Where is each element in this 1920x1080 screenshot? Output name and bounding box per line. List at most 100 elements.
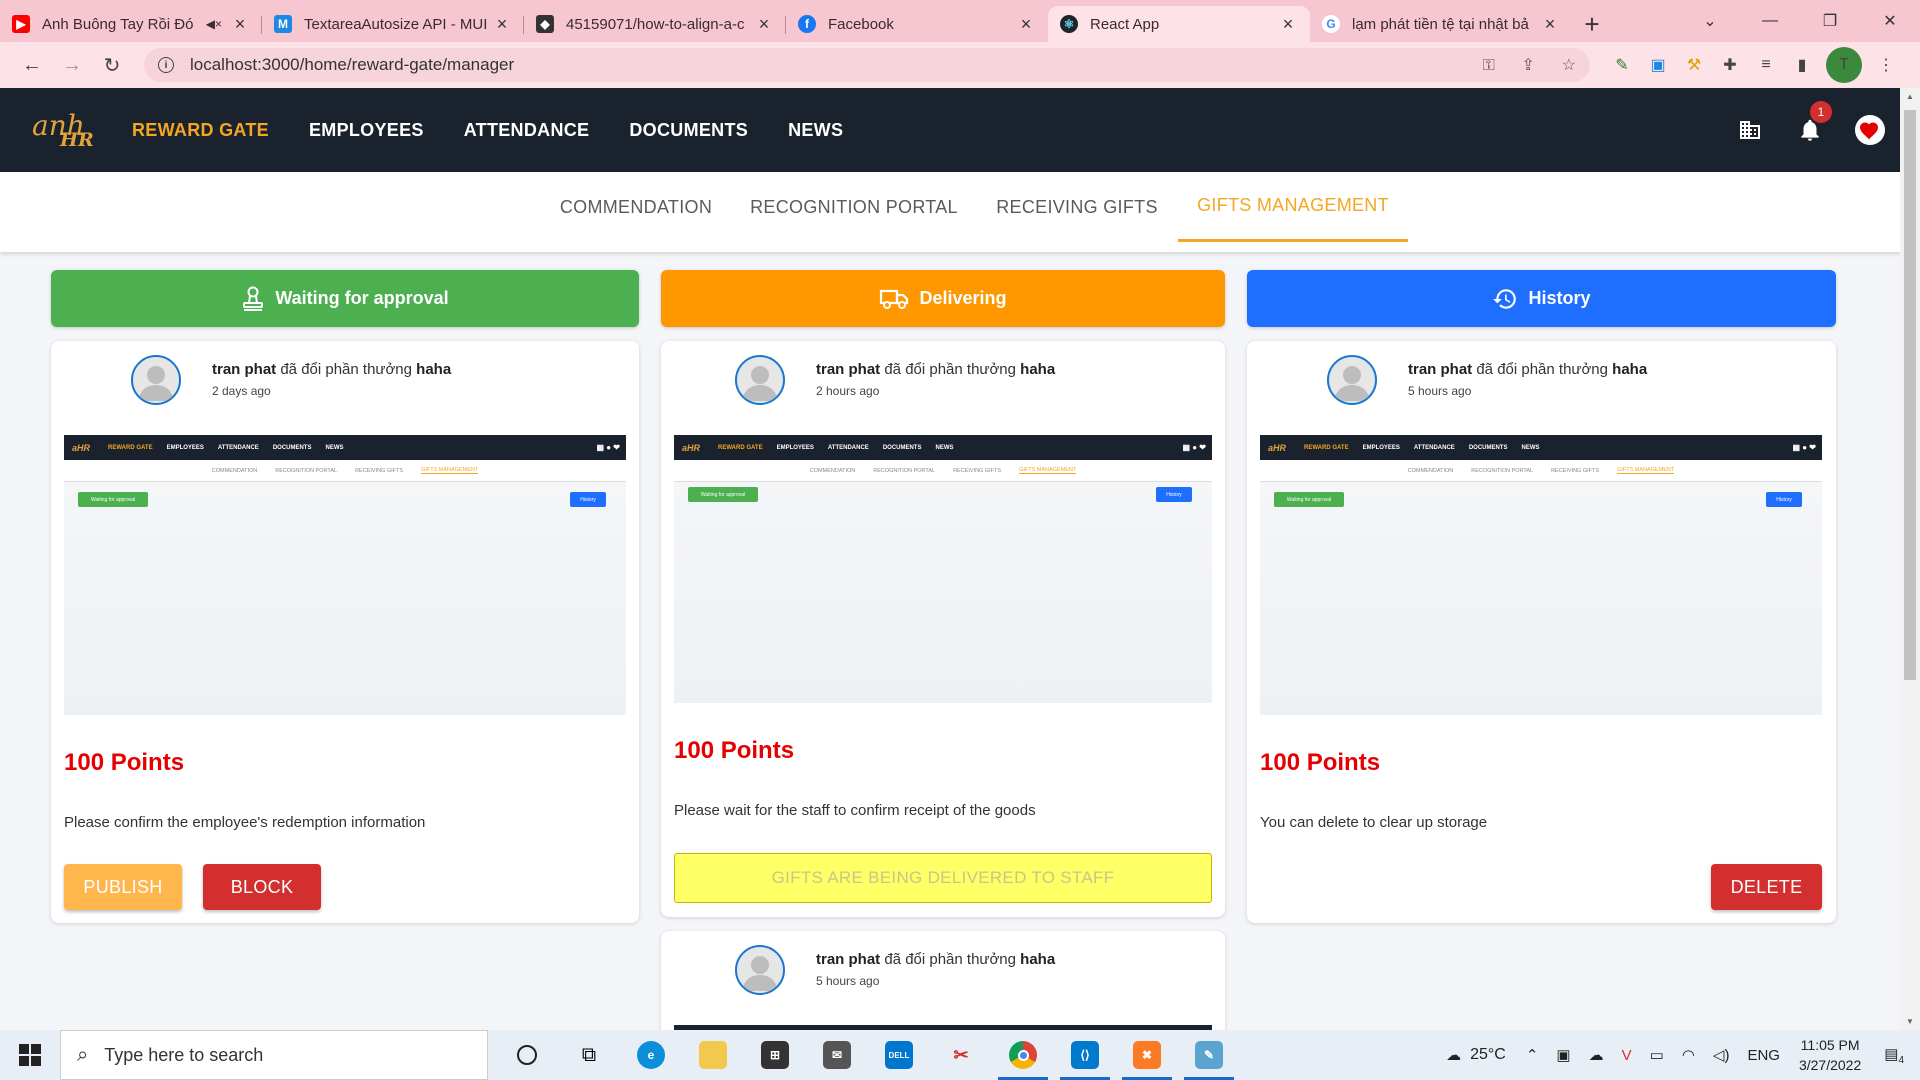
preview-logo: aHR xyxy=(72,442,91,453)
action-center-icon[interactable]: ▤4 xyxy=(1884,1045,1904,1066)
minimize-icon[interactable]: — xyxy=(1740,0,1800,42)
dell-icon[interactable]: DELL xyxy=(868,1030,930,1080)
browser-tab-active[interactable]: ⚛ React App × xyxy=(1048,6,1310,42)
back-icon[interactable]: ← xyxy=(14,47,50,83)
avatar[interactable] xyxy=(735,355,785,405)
publish-button[interactable]: PUBLISH xyxy=(64,864,182,910)
tab-receiving-gifts[interactable]: RECEIVING GIFTS xyxy=(986,172,1168,242)
close-icon[interactable]: × xyxy=(492,14,512,35)
snip-icon[interactable]: ✂ xyxy=(930,1030,992,1080)
react-icon: ⚛ xyxy=(1060,15,1078,33)
file-explorer-icon[interactable] xyxy=(682,1030,744,1080)
antivirus-icon[interactable]: V xyxy=(1622,1047,1632,1064)
close-icon[interactable]: × xyxy=(230,14,250,35)
delete-button[interactable]: DELETE xyxy=(1711,864,1822,910)
close-icon[interactable]: × xyxy=(754,14,774,35)
nav-news[interactable]: NEWS xyxy=(788,120,843,141)
url-field[interactable]: i localhost:3000/home/reward-gate/manage… xyxy=(144,48,1590,82)
scroll-down-icon[interactable]: ▼ xyxy=(1900,1013,1920,1030)
tab-search-icon[interactable]: ⌄ xyxy=(1680,0,1740,42)
sidepanel-icon[interactable]: ▮ xyxy=(1784,47,1820,83)
avatar[interactable] xyxy=(1327,355,1377,405)
gift-card-history: tran phat đã đổi phần thưởng haha 5 hour… xyxy=(1247,341,1836,923)
close-icon[interactable]: × xyxy=(1278,14,1298,35)
anhhr-logo[interactable]: anh HR xyxy=(32,103,94,157)
browser-tab[interactable]: ◆ 45159071/how-to-align-a-c × xyxy=(524,6,786,42)
task-view-icon[interactable]: ⧉ xyxy=(558,1030,620,1080)
site-info-icon[interactable]: i xyxy=(158,57,174,73)
weather-temp[interactable]: 25°C xyxy=(1470,1046,1506,1064)
mail-icon[interactable]: ✉ xyxy=(806,1030,868,1080)
extension-icon[interactable]: ⚒ xyxy=(1676,47,1712,83)
xampp-icon[interactable]: ✖ xyxy=(1116,1030,1178,1080)
tab-gifts-management[interactable]: GIFTS MANAGEMENT xyxy=(1178,172,1408,242)
user-name[interactable]: tran phat xyxy=(212,361,276,378)
vscode-icon[interactable]: ⟨⟩ xyxy=(1054,1030,1116,1080)
card-description: You can delete to clear up storage xyxy=(1260,814,1488,831)
delivery-status-button[interactable]: GIFTS ARE BEING DELIVERED TO STAFF xyxy=(674,853,1212,903)
volume-icon[interactable]: ◁) xyxy=(1713,1046,1730,1064)
new-tab-button[interactable]: + xyxy=(1572,6,1612,42)
weather-icon[interactable]: ☁ xyxy=(1446,1046,1461,1064)
nav-employees[interactable]: EMPLOYEES xyxy=(309,120,424,141)
edge-icon[interactable]: e xyxy=(620,1030,682,1080)
avatar[interactable] xyxy=(131,355,181,405)
url-text[interactable]: localhost:3000/home/reward-gate/manager xyxy=(190,55,1461,75)
user-name[interactable]: tran phat xyxy=(816,361,880,378)
preview-green-button: Waiting for approval xyxy=(688,487,758,502)
user-name[interactable]: tran phat xyxy=(816,951,880,968)
clock[interactable]: 11:05 PM 3/27/2022 xyxy=(1799,1035,1861,1075)
menu-icon[interactable]: ⋮ xyxy=(1868,47,1904,83)
history-header[interactable]: History xyxy=(1247,270,1836,327)
tray-app-icon[interactable]: ▣ xyxy=(1556,1046,1570,1064)
extension-icon[interactable]: ✎ xyxy=(1604,47,1640,83)
close-window-icon[interactable]: ✕ xyxy=(1860,0,1920,42)
restore-icon[interactable]: ❐ xyxy=(1800,0,1860,42)
scroll-thumb[interactable] xyxy=(1904,110,1916,680)
close-icon[interactable]: × xyxy=(1016,14,1036,35)
windows-start-icon[interactable] xyxy=(0,1030,60,1080)
onedrive-icon[interactable]: ☁ xyxy=(1589,1046,1604,1064)
star-icon[interactable]: ☆ xyxy=(1562,57,1576,74)
battery-icon[interactable]: ▭ xyxy=(1650,1046,1664,1064)
forward-icon[interactable]: → xyxy=(54,47,90,83)
heart-avatar-icon[interactable] xyxy=(1840,114,1900,146)
taskbar-search[interactable]: ⌕ Type here to search xyxy=(60,1030,488,1080)
store-icon[interactable]: ⊞ xyxy=(744,1030,806,1080)
share-icon[interactable]: ⇪ xyxy=(1522,57,1535,74)
reload-icon[interactable]: ↻ xyxy=(94,47,130,83)
extension-icon[interactable]: ▣ xyxy=(1640,47,1676,83)
user-name[interactable]: tran phat xyxy=(1408,361,1472,378)
browser-tab[interactable]: ▶ Anh Buông Tay Rồi Đó ◀× × xyxy=(0,6,262,42)
preview-nav-item: ATTENDANCE xyxy=(1413,444,1455,451)
nav-attendance[interactable]: ATTENDANCE xyxy=(464,120,590,141)
notepad-icon[interactable]: ✎ xyxy=(1178,1030,1240,1080)
wifi-icon[interactable]: ◠ xyxy=(1682,1046,1695,1064)
cortana-icon[interactable] xyxy=(496,1030,558,1080)
scroll-up-icon[interactable]: ▲ xyxy=(1900,88,1920,105)
browser-tab[interactable]: M TextareaAutosize API - MUI × xyxy=(262,6,524,42)
tab-recognition-portal[interactable]: RECOGNITION PORTAL xyxy=(742,172,966,242)
profile-avatar[interactable]: T xyxy=(1826,47,1862,83)
chevron-up-icon[interactable]: ⌃ xyxy=(1526,1046,1539,1064)
delivering-header[interactable]: Delivering xyxy=(661,270,1225,327)
media-icon[interactable]: ≡ xyxy=(1748,47,1784,83)
page-scrollbar[interactable]: ▲ ▼ xyxy=(1900,88,1920,1030)
card-description: Please wait for the staff to confirm rec… xyxy=(674,802,1036,819)
tab-commendation[interactable]: COMMENDATION xyxy=(548,172,724,242)
browser-tab[interactable]: f Facebook × xyxy=(786,6,1048,42)
block-button[interactable]: BLOCK xyxy=(203,864,321,910)
puzzle-icon[interactable]: ✚ xyxy=(1712,47,1748,83)
bell-icon[interactable]: 1 xyxy=(1780,101,1840,143)
nav-reward-gate[interactable]: REWARD GATE xyxy=(132,120,269,141)
avatar[interactable] xyxy=(735,945,785,995)
language-indicator[interactable]: ENG xyxy=(1747,1047,1780,1064)
speaker-icon[interactable]: ◀× xyxy=(206,17,222,31)
nav-documents[interactable]: DOCUMENTS xyxy=(629,120,748,141)
chrome-icon[interactable] xyxy=(992,1030,1054,1080)
close-icon[interactable]: × xyxy=(1540,14,1560,35)
key-icon[interactable]: ⚿ xyxy=(1483,57,1495,74)
company-icon[interactable] xyxy=(1720,118,1780,142)
waiting-approval-header[interactable]: Waiting for approval xyxy=(51,270,639,327)
browser-tab[interactable]: G lạm phát tiền tệ tại nhật bả × xyxy=(1310,6,1572,42)
